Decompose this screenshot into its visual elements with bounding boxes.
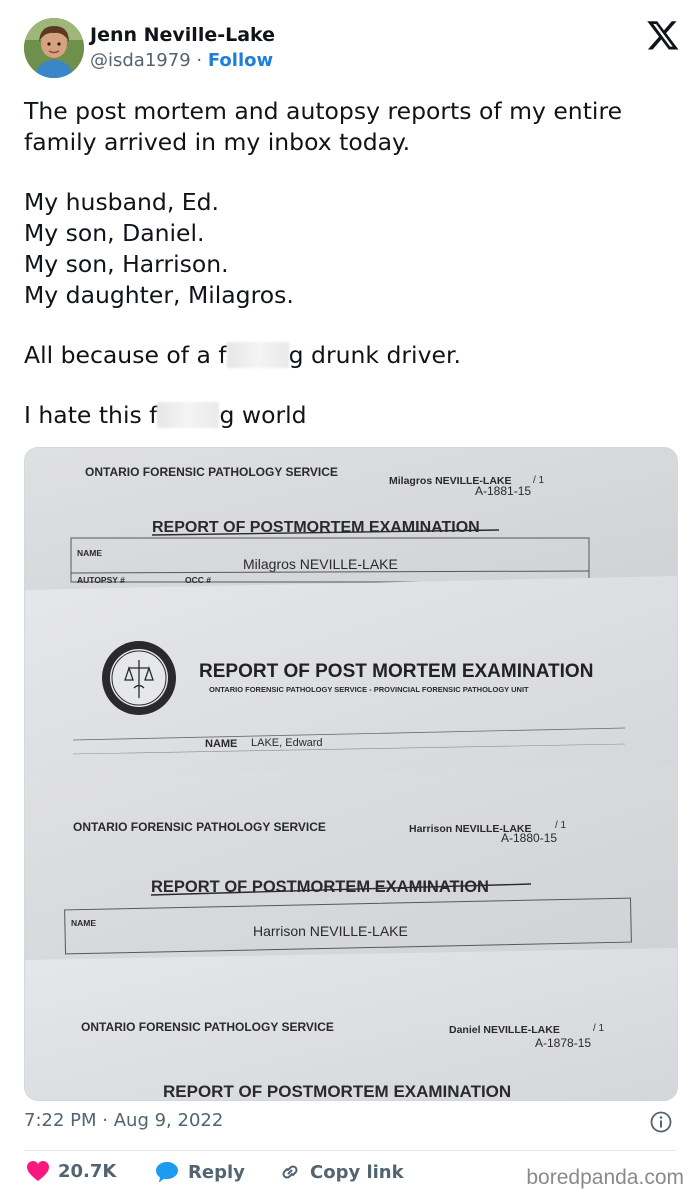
link-icon: [282, 1165, 298, 1179]
report-subtitle: ONTARIO FORENSIC PATHOLOGY SERVICE - PRO…: [209, 685, 529, 694]
reply-label: Reply: [188, 1161, 245, 1183]
report-edward: REPORT OF POST MORTEM EXAMINATION ONTARI…: [25, 576, 677, 793]
report-daniel: ONTARIO FORENSIC PATHOLOGY SERVICE Danie…: [25, 948, 677, 1100]
tweet-fragment: All because of a f: [24, 341, 227, 369]
tweet-line: I hate this f g world: [24, 400, 684, 431]
tweet-line: My daughter, Milagros.: [24, 281, 294, 309]
tweet-line: The post mortem and autopsy reports of m…: [24, 97, 623, 125]
case-number: A-1878-15: [535, 1036, 591, 1050]
tweet-date: Aug 9, 2022: [113, 1110, 224, 1131]
divider: [24, 1150, 676, 1151]
tweet-time: 7:22 PM: [24, 1110, 97, 1131]
tweet-line: My son, Daniel.: [24, 219, 205, 247]
copy-link-label: Copy link: [310, 1161, 404, 1183]
x-logo-icon[interactable]: [646, 18, 680, 52]
meta-separator: ·: [102, 1110, 108, 1131]
censor-blur: [226, 342, 289, 368]
info-icon[interactable]: [650, 1111, 672, 1133]
name-value: Milagros NEVILLE-LAKE: [243, 556, 398, 572]
like-count: 20.7K: [58, 1160, 117, 1182]
tweet-line: All because of a f g drunk driver.: [24, 340, 684, 371]
tweet-header: Jenn Neville-Lake @isda1979 · Follow: [24, 18, 680, 80]
report-title: REPORT OF POST MORTEM EXAMINATION: [199, 661, 593, 682]
tweet-photo[interactable]: ONTARIO FORENSIC PATHOLOGY SERVICE Milag…: [24, 447, 678, 1101]
report-harrison: ONTARIO FORENSIC PATHOLOGY SERVICE Harri…: [25, 766, 677, 980]
name-value: LAKE, Edward: [251, 737, 323, 749]
tweet-fragment: g world: [219, 401, 307, 429]
like-button[interactable]: 20.7K: [26, 1160, 116, 1182]
name-value: Harrison NEVILLE-LAKE: [253, 923, 408, 939]
tweet-line: My husband, Ed.: [24, 188, 219, 216]
author-handle-row: @isda1979 · Follow: [90, 50, 273, 71]
handle-separator: ·: [196, 50, 203, 71]
ofps-seal-icon: [102, 641, 176, 715]
author-name[interactable]: Jenn Neville-Lake: [90, 24, 275, 46]
autopsy-label: AUTOPSY #: [77, 575, 125, 585]
name-label: NAME: [71, 918, 96, 928]
agency-label: ONTARIO FORENSIC PATHOLOGY SERVICE: [81, 1020, 334, 1034]
tweet-fragment: I hate this f: [24, 401, 158, 429]
heart-icon: [27, 1161, 49, 1181]
case-number: A-1881-15: [475, 484, 531, 498]
report-patient: Daniel NEVILLE-LAKE: [449, 1024, 560, 1036]
watermark: boredpanda.com: [526, 1166, 684, 1189]
occ-label: OCC #: [185, 575, 211, 585]
author-handle[interactable]: @isda1979: [90, 50, 191, 71]
tweet-line: My son, Harrison.: [24, 250, 229, 278]
reply-button[interactable]: Reply: [154, 1160, 245, 1184]
tweet-timestamp[interactable]: 7:22 PM · Aug 9, 2022: [24, 1110, 223, 1131]
copy-link-button[interactable]: Copy link: [278, 1160, 404, 1184]
case-number: A-1880-15: [501, 831, 557, 845]
report-title: REPORT OF POSTMORTEM EXAMINATION: [163, 1082, 511, 1100]
tweet-line: family arrived in my inbox today.: [24, 128, 411, 156]
agency-label: ONTARIO FORENSIC PATHOLOGY SERVICE: [85, 465, 338, 479]
reply-bubble-icon: [156, 1162, 178, 1183]
follow-button[interactable]: Follow: [208, 50, 273, 71]
name-label: NAME: [205, 738, 237, 750]
name-label: NAME: [77, 548, 102, 558]
report-page: / 1: [533, 475, 545, 486]
censor-blur: [157, 402, 220, 428]
avatar[interactable]: [24, 18, 84, 78]
report-page: / 1: [593, 1023, 605, 1034]
report-milagros: ONTARIO FORENSIC PATHOLOGY SERVICE Milag…: [25, 448, 677, 598]
report-title: REPORT OF POSTMORTEM EXAMINATION: [152, 519, 480, 536]
agency-label: ONTARIO FORENSIC PATHOLOGY SERVICE: [73, 820, 326, 834]
tweet-fragment: g drunk driver.: [288, 341, 461, 369]
tweet-text: The post mortem and autopsy reports of m…: [24, 96, 684, 431]
report-page: / 1: [555, 820, 567, 831]
